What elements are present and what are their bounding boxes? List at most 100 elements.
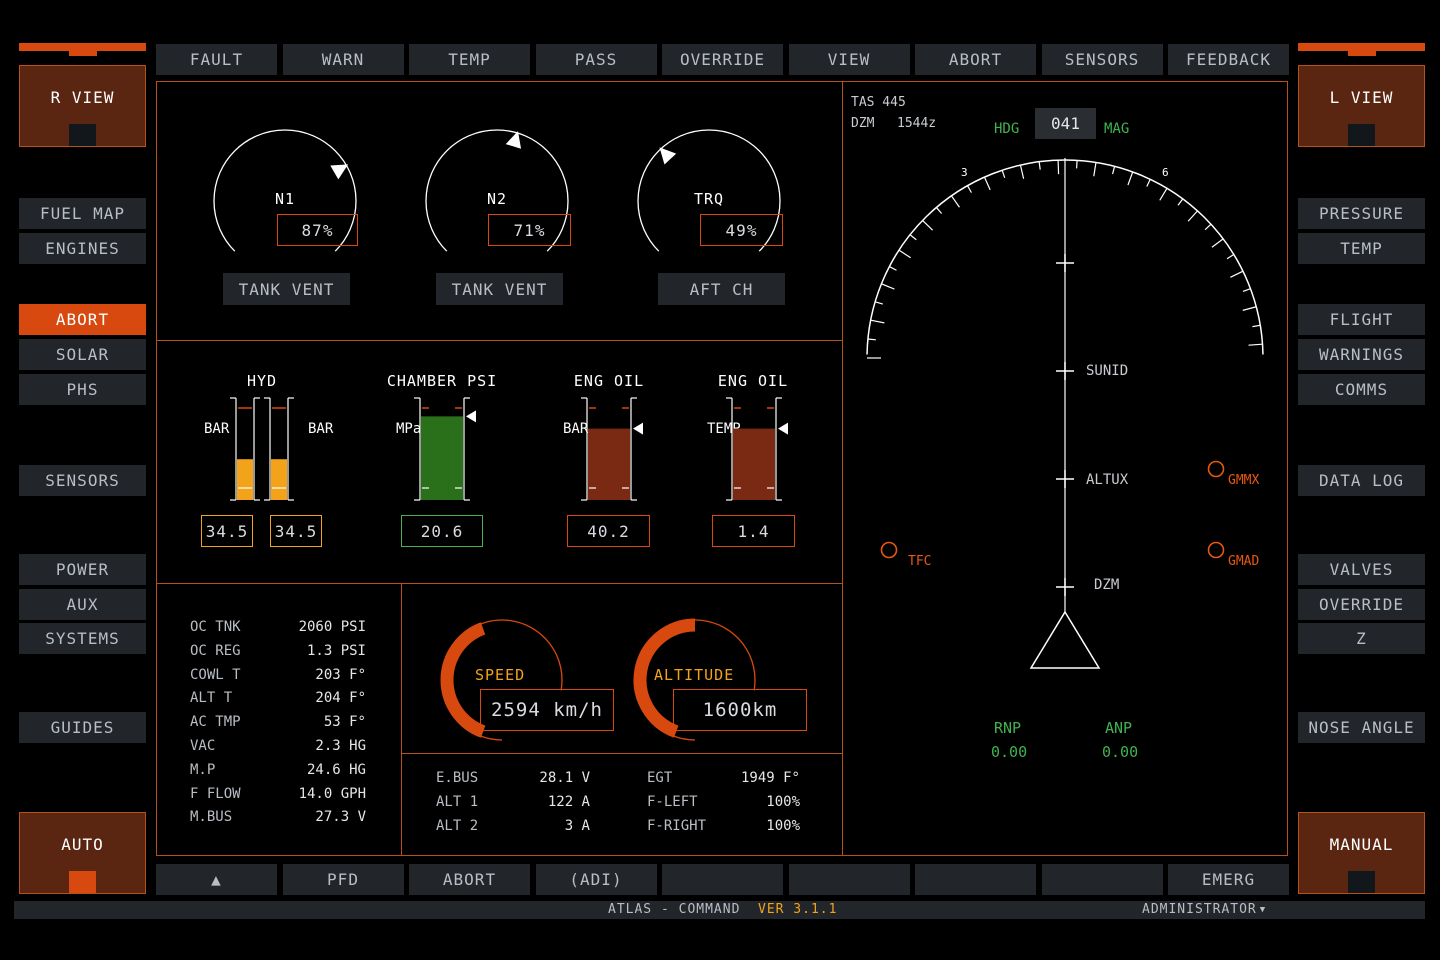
- l-view-button[interactable]: L VIEW: [1298, 65, 1425, 147]
- guides-button[interactable]: GUIDES: [19, 712, 146, 743]
- waypoint-sunid: SUNID: [1086, 363, 1129, 379]
- top-tab-4[interactable]: OVERRIDE: [662, 44, 783, 75]
- compass-tick: [889, 266, 897, 271]
- top-tab-7[interactable]: SENSORS: [1041, 44, 1163, 75]
- compass-tick: [950, 195, 960, 208]
- l-view-label: L VIEW: [1329, 88, 1394, 107]
- anp-label: ANP: [1105, 719, 1133, 737]
- bottom-tab-7[interactable]: [1041, 864, 1163, 895]
- manual-indicator: [1347, 871, 1375, 893]
- auto-indicator: [68, 871, 96, 893]
- reading-bottom-v: 28.1 V: [539, 770, 590, 786]
- bottom-tab-4[interactable]: [662, 864, 783, 895]
- bottom-tab-0[interactable]: ▲: [156, 864, 277, 895]
- top-tab-1[interactable]: WARN: [282, 44, 404, 75]
- compass-tick: [1093, 162, 1097, 177]
- tfc-label: TFC: [908, 554, 932, 569]
- top-tab-0[interactable]: FAULT: [156, 44, 277, 75]
- eng-oil-2-marker-icon: [778, 422, 788, 435]
- sensors-side-button[interactable]: SENSORS: [19, 465, 146, 496]
- top-tab-3[interactable]: PASS: [535, 44, 657, 75]
- aft-ch-button[interactable]: AFT CH: [658, 273, 785, 305]
- override-side-button[interactable]: OVERRIDE: [1298, 589, 1425, 620]
- nav-svg: [866, 158, 1264, 669]
- bottom-tab-3[interactable]: (ADI): [535, 864, 657, 895]
- tank-vent-2-button[interactable]: TANK VENT: [436, 273, 563, 305]
- l-view-indicator: [1347, 124, 1375, 146]
- compass-tick: [1204, 223, 1212, 231]
- reading-left-value: 204 F°: [315, 690, 366, 707]
- trq-label: TRQ: [693, 190, 725, 208]
- reading-bottom-v2: 1949 F°: [740, 770, 800, 786]
- compass-tick: [1127, 171, 1134, 186]
- nose-angle-button[interactable]: NOSE ANGLE: [1298, 712, 1425, 743]
- pressure-button[interactable]: PRESSURE: [1298, 198, 1425, 229]
- reading-bottom-k2: EGT: [647, 770, 673, 786]
- reading-left-value: 2060 PSI: [298, 619, 366, 635]
- top-tab-8[interactable]: FEEDBACK: [1168, 44, 1289, 75]
- fuel-map-button[interactable]: FUEL MAP: [19, 198, 146, 229]
- comms-button[interactable]: COMMS: [1298, 374, 1425, 405]
- warnings-button[interactable]: WARNINGS: [1298, 339, 1425, 370]
- bottom-tab-1[interactable]: PFD: [282, 864, 404, 895]
- chamber-value: 20.6: [401, 515, 483, 547]
- bottom-tab-2[interactable]: ABORT: [409, 864, 530, 895]
- speed-label: SPEED: [475, 666, 526, 684]
- power-button[interactable]: POWER: [19, 554, 146, 585]
- app-name: ATLAS - COMMAND: [608, 902, 741, 917]
- engines-button[interactable]: ENGINES: [19, 233, 146, 264]
- systems-button[interactable]: SYSTEMS: [19, 623, 146, 654]
- bottom-tab-5[interactable]: [788, 864, 910, 895]
- r-view-button[interactable]: R VIEW: [19, 65, 146, 147]
- anp-value: 0.00: [1102, 743, 1139, 761]
- r-view-indicator: [68, 124, 96, 146]
- scale-label-6: 6: [1162, 166, 1169, 179]
- top-tab-2[interactable]: TEMP: [409, 44, 530, 75]
- hyd-value-2: 34.5: [270, 515, 322, 547]
- user-name: ADMINISTRATOR: [1142, 902, 1257, 917]
- compass-tick: [922, 220, 934, 231]
- traffic-marker-icon: [1207, 460, 1225, 478]
- reading-bottom-v: 3 A: [564, 818, 590, 834]
- user-menu[interactable]: ADMINISTRATOR ▼: [1142, 902, 1266, 917]
- hyd-value-1: 34.5: [201, 515, 253, 547]
- reading-bottom-k2: F-LEFT: [647, 794, 698, 810]
- compass-tick: [1248, 343, 1263, 346]
- eng-oil-1-marker-icon: [633, 422, 643, 435]
- top-tab-5[interactable]: VIEW: [788, 44, 910, 75]
- scale-label-3: 3: [961, 166, 968, 179]
- bottom-tab-6[interactable]: [915, 864, 1036, 895]
- compass-tick: [1230, 270, 1244, 278]
- compass-tick: [1159, 187, 1168, 201]
- tank-vent-1-button[interactable]: TANK VENT: [223, 273, 350, 305]
- reading-bottom-v2: 100%: [766, 818, 800, 834]
- valves-button[interactable]: VALVES: [1298, 554, 1425, 585]
- eng-oil-2-fill: [733, 428, 775, 500]
- compass-tick: [1019, 164, 1025, 179]
- gmad-label: GMAD: [1228, 554, 1260, 569]
- flight-button[interactable]: FLIGHT: [1298, 304, 1425, 335]
- manual-button[interactable]: MANUAL: [1298, 812, 1425, 894]
- reading-left-key: OC REG: [190, 642, 241, 659]
- compass-tick: [1211, 238, 1224, 248]
- phs-button[interactable]: PHS: [19, 374, 146, 405]
- compass-tick: [1242, 306, 1257, 311]
- reading-left-key: VAC: [190, 738, 216, 754]
- n2-label: N2: [486, 190, 508, 208]
- chevron-down-icon: ▼: [1259, 904, 1267, 915]
- altitude-label: ALTITUDE: [654, 666, 735, 684]
- z-button[interactable]: Z: [1298, 623, 1425, 654]
- altitude-value: 1600km: [673, 689, 807, 731]
- temp-side-button[interactable]: TEMP: [1298, 233, 1425, 264]
- compass-tick: [1038, 161, 1041, 170]
- reading-left-value: 203 F°: [315, 666, 366, 683]
- abort-side-button[interactable]: ABORT: [19, 304, 146, 335]
- compass-tick: [983, 176, 991, 191]
- top-tab-6[interactable]: ABORT: [915, 44, 1036, 75]
- bottom-tab-8[interactable]: EMERG: [1168, 864, 1289, 895]
- panel-divider-4: [401, 753, 843, 754]
- auto-button[interactable]: AUTO: [19, 812, 146, 894]
- solar-button[interactable]: SOLAR: [19, 339, 146, 370]
- data-log-button[interactable]: DATA LOG: [1298, 465, 1425, 496]
- aux-button[interactable]: AUX: [19, 589, 146, 620]
